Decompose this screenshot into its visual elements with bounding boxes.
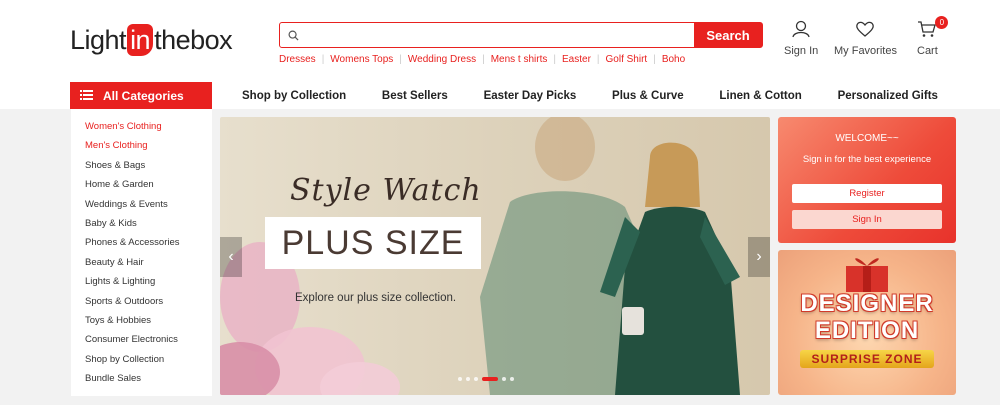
gift-box-icon [846,258,888,292]
divider: | [653,54,656,65]
signin-button[interactable]: Sign In [792,210,942,229]
hot-search-link[interactable]: Boho [662,54,685,65]
category-sidebar: Women's Clothing Men's Clothing Shoes & … [71,109,212,396]
surprise-zone-label: SURPRISE ZONE [800,350,934,368]
carousel-dot-active[interactable] [482,377,498,381]
signin-label: Sign In [784,45,819,57]
banner-subtext: Explore our plus size collection. [295,292,457,304]
divider: | [321,54,325,65]
logo[interactable]: Light in thebox [70,22,233,58]
hot-search-link[interactable]: Golf Shirt [606,54,648,65]
sidebar-item-home-garden[interactable]: Home & Garden [71,175,212,194]
heart-icon [855,20,875,45]
welcome-message: Sign in for the best experience [802,154,932,165]
chevron-left-icon: ‹ [228,248,234,265]
sidebar-item-consumer-electronics[interactable]: Consumer Electronics [71,330,212,349]
hot-search-link[interactable]: Womens Tops [330,54,393,65]
promo-line1: DESIGNER [800,290,934,317]
menu-icon [80,89,93,103]
hot-search-link[interactable]: Easter [562,54,591,65]
divider: | [596,54,600,65]
favorites-label: My Favorites [834,45,897,57]
nav-link-plus-curve[interactable]: Plus & Curve [600,90,696,102]
logo-text-in: in [127,24,154,56]
logo-text-thebox: thebox [154,24,233,55]
nav-link-shop-by-collection[interactable]: Shop by Collection [230,90,358,102]
nav-link-best-sellers[interactable]: Best Sellers [370,90,460,102]
sidebar-item-lights-lighting[interactable]: Lights & Lighting [71,272,212,291]
welcome-panel: WELCOME~~ Sign in for the best experienc… [778,117,956,243]
sidebar-item-toys-hobbies[interactable]: Toys & Hobbies [71,311,212,330]
search-button[interactable]: Search [694,23,762,47]
cart-link[interactable]: 0 Cart [917,16,949,57]
search-bar: Search [279,22,763,48]
user-icon [791,20,811,45]
sidebar-item-shoes-bags[interactable]: Shoes & Bags [71,156,212,175]
sidebar-item-womens-clothing[interactable]: Women's Clothing [71,117,212,136]
main-nav: All Categories Shop by Collection Best S… [0,82,1000,109]
favorites-link[interactable]: My Favorites [834,20,897,57]
divider: | [482,54,485,65]
register-button[interactable]: Register [792,184,942,203]
hot-search-link[interactable]: Wedding Dress [408,54,476,65]
nav-link-easter-day-picks[interactable]: Easter Day Picks [472,90,589,102]
all-categories-label: All Categories [103,88,184,103]
sidebar-item-sports-outdoors[interactable]: Sports & Outdoors [71,292,212,311]
banner-prev-button[interactable]: ‹ [220,237,242,277]
search-icon [280,23,306,47]
divider: | [399,54,402,65]
hero-banner[interactable]: Style Watch PLUS SIZE Explore our plus s… [220,117,770,395]
nav-links: Shop by Collection Best Sellers Easter D… [230,82,950,109]
cart-count-badge: 0 [935,16,949,29]
divider: | [553,54,556,65]
sidebar-item-mens-clothing[interactable]: Men's Clothing [71,136,212,155]
cart-icon: 0 [917,16,949,45]
search-input[interactable] [306,23,694,47]
hot-search-link[interactable]: Dresses [279,54,316,65]
sidebar-item-phones-accessories[interactable]: Phones & Accessories [71,233,212,252]
banner-next-button[interactable]: › [748,237,770,277]
carousel-dot[interactable] [502,377,506,381]
nav-link-linen-cotton[interactable]: Linen & Cotton [707,90,813,102]
sidebar-item-weddings-events[interactable]: Weddings & Events [71,195,212,214]
content-area: Women's Clothing Men's Clothing Shoes & … [0,109,1000,405]
cart-label: Cart [917,45,938,57]
carousel-dot[interactable] [458,377,462,381]
chevron-right-icon: › [756,248,762,265]
carousel-dot[interactable] [510,377,514,381]
hot-search-link[interactable]: Mens t shirts [491,54,548,65]
nav-link-personalized-gifts[interactable]: Personalized Gifts [826,90,950,102]
designer-edition-promo[interactable]: DESIGNER EDITION SURPRISE ZONE [778,250,956,395]
banner-script-title: Style Watch [290,173,482,208]
welcome-title: WELCOME~~ [835,133,899,144]
logo-text-light: Light [70,24,127,55]
signin-link[interactable]: Sign In [784,20,818,57]
all-categories-button[interactable]: All Categories [70,82,212,109]
banner-headline: PLUS SIZE [265,217,481,269]
carousel-dot[interactable] [466,377,470,381]
header: Light in thebox Search Dresses | Womens Top… [0,0,1000,82]
sidebar-item-shop-by-collection[interactable]: Shop by Collection [71,350,212,369]
sidebar-item-baby-kids[interactable]: Baby & Kids [71,214,212,233]
carousel-dot[interactable] [474,377,478,381]
sidebar-item-beauty-hair[interactable]: Beauty & Hair [71,253,212,272]
promo-line2: EDITION [814,317,920,344]
hot-searches: Dresses | Womens Tops | Wedding Dress | Men… [279,54,685,65]
sidebar-item-bundle-sales[interactable]: Bundle Sales [71,369,212,388]
carousel-indicators [458,377,514,381]
